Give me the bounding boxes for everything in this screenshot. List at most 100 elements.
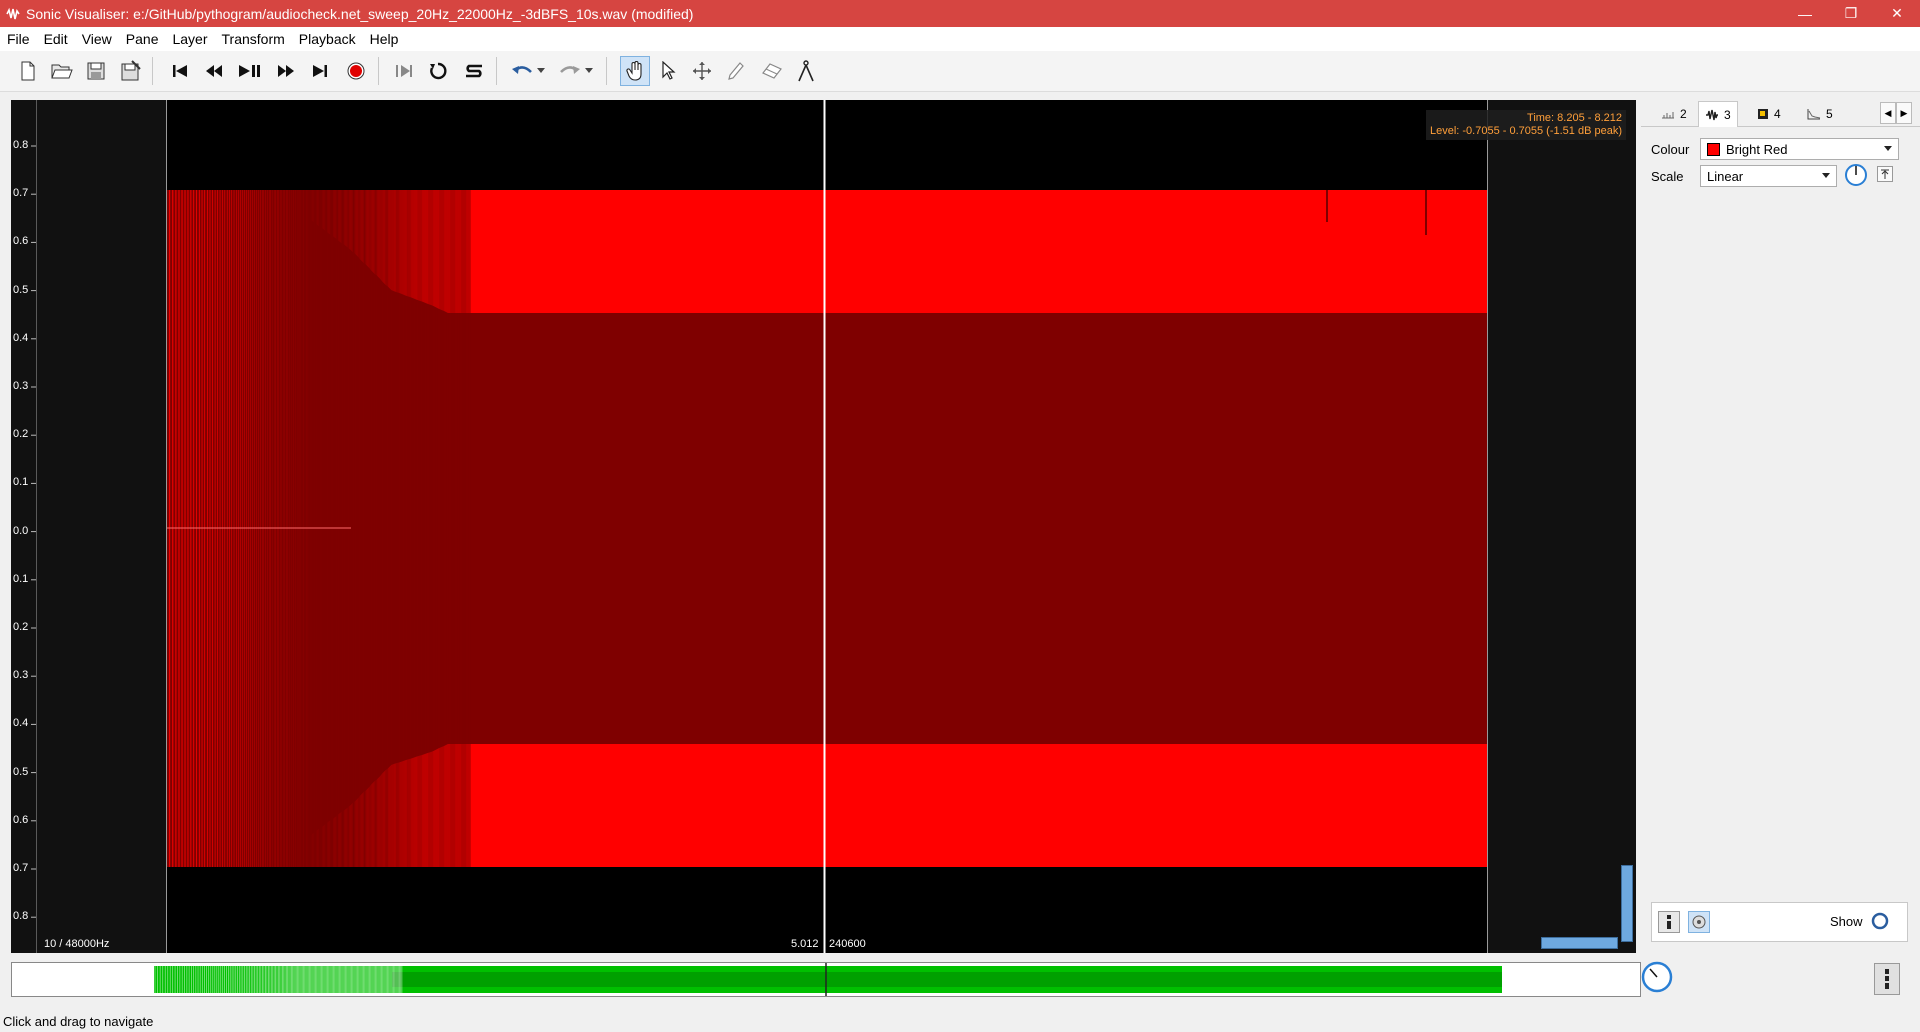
redo-icon[interactable]	[556, 57, 584, 85]
erase-tool-icon[interactable]	[758, 57, 786, 85]
scale-tick-label: 0.5	[13, 765, 29, 778]
undo-menu-arrow[interactable]	[534, 57, 548, 85]
spectrum-icon	[1807, 108, 1821, 119]
menu-bar: File Edit View Pane Layer Transform Play…	[0, 27, 1920, 51]
cursor-frame-label: 240600	[829, 938, 866, 950]
close-icon: ✕	[1891, 5, 1903, 21]
menu-layer[interactable]: Layer	[165, 27, 214, 51]
waveform-pane[interactable]: 0.8 0.7 0.6 0.5 0.4 0.3 0.2 0.1 0.0 0.1 0.2 0.3 0.4 0…	[11, 100, 1636, 953]
tab-layer-3[interactable]: 3	[1698, 101, 1738, 127]
menu-file[interactable]: File	[0, 27, 37, 51]
scale-tick-label: 0.4	[13, 331, 29, 344]
solo-icon[interactable]	[460, 57, 488, 85]
scale-tick-label: 0.6	[13, 235, 29, 248]
overview-waveform[interactable]	[12, 963, 1640, 996]
menu-help[interactable]: Help	[363, 27, 406, 51]
save-session-icon[interactable]	[116, 57, 144, 85]
scale-label: Scale	[1651, 169, 1684, 184]
overview-strip[interactable]	[11, 962, 1641, 997]
scale-tick-label: 0.0	[13, 524, 29, 537]
loop-icon[interactable]	[424, 57, 452, 85]
colour-swatch	[1707, 142, 1720, 156]
horizontal-zoom-wheel[interactable]	[1541, 937, 1618, 949]
main-toolbar	[0, 51, 1920, 92]
menu-edit[interactable]: Edit	[37, 27, 75, 51]
chevron-down-icon	[1822, 173, 1830, 178]
scale-tick-label: 0.1	[13, 476, 29, 489]
waveform-icon	[1706, 109, 1718, 120]
title-bar: Sonic Visualiser: e:/GitHub/pythogram/au…	[0, 0, 1920, 27]
scale-dropdown[interactable]: Linear	[1700, 165, 1837, 187]
scale-tick-label: 0.8	[13, 139, 29, 151]
tab-layer-5[interactable]: 5	[1801, 102, 1839, 125]
forward-end-icon[interactable]	[306, 57, 334, 85]
restore-icon: ❐	[1844, 5, 1858, 21]
minimize-button[interactable]: —	[1782, 0, 1828, 27]
ruler-icon	[1662, 111, 1674, 118]
tab-label: 5	[1826, 106, 1833, 121]
overview-zoom-dial-icon[interactable]	[1640, 960, 1674, 994]
hover-time: Time: 8.205 - 8.212	[1527, 112, 1622, 124]
scale-tick-label: 0.6	[13, 813, 29, 826]
layer-properties-panel: 2 3 4 5 ◀ ▶ Colour Bright Red Scale Line…	[1641, 100, 1920, 953]
normalize-toggle-icon[interactable]	[1877, 166, 1893, 182]
status-bar: Click and drag to navigate	[0, 1010, 1920, 1032]
sonic-visualiser-app-icon	[6, 7, 20, 19]
scale-tick-label: 0.4	[13, 717, 29, 730]
scale-tick-label: 0.7	[13, 187, 29, 200]
record-icon[interactable]	[342, 57, 370, 85]
waveform-layer[interactable]	[11, 100, 1636, 953]
chevron-down-icon	[1884, 146, 1892, 151]
fast-forward-icon[interactable]	[272, 57, 300, 85]
tab-layer-2[interactable]: 2	[1655, 102, 1693, 125]
scale-tick-label: 0.2	[13, 621, 29, 633]
select-tool-icon[interactable]	[654, 57, 682, 85]
window-title: Sonic Visualiser: e:/GitHub/pythogram/au…	[26, 5, 694, 22]
overview-play-toggle-icon[interactable]	[1874, 963, 1900, 995]
save-icon[interactable]	[82, 57, 110, 85]
measure-tool-icon[interactable]	[792, 57, 820, 85]
undo-icon[interactable]	[508, 57, 536, 85]
rewind-start-icon[interactable]	[166, 57, 194, 85]
play-audio-toggle-icon[interactable]	[1658, 911, 1680, 933]
play-selection-icon[interactable]	[390, 57, 418, 85]
tab-scroll-right-icon[interactable]: ▶	[1896, 102, 1912, 124]
new-file-icon[interactable]	[14, 57, 42, 85]
play-pause-icon[interactable]	[236, 57, 264, 85]
minimize-icon: —	[1798, 5, 1812, 22]
status-text: Click and drag to navigate	[3, 1013, 154, 1029]
cursor-time-label: 5.012	[791, 938, 819, 950]
navigate-tool-icon[interactable]	[620, 56, 650, 86]
scale-tick-label: 0.7	[13, 862, 29, 874]
pan-dial-icon[interactable]	[1688, 911, 1710, 933]
draw-tool-icon[interactable]	[722, 57, 750, 85]
hover-level: Level: -0.7055 - 0.7055 (-1.51 dB peak)	[1429, 125, 1622, 137]
show-toggle-icon[interactable]	[1871, 912, 1889, 930]
colour-3d-icon	[1758, 108, 1768, 119]
vertical-zoom-wheel[interactable]	[1621, 865, 1633, 942]
scale-tick-label: 0.3	[13, 380, 29, 392]
hover-info-overlay: Time: 8.205 - 8.212 Level: -0.7055 - 0.7…	[1425, 110, 1626, 140]
zoom-level-label: 10 / 48000Hz	[44, 938, 110, 950]
move-tool-icon[interactable]	[688, 57, 716, 85]
colour-dropdown[interactable]: Bright Red	[1700, 138, 1899, 160]
menu-transform[interactable]: Transform	[215, 27, 292, 51]
scale-tick-label: 0.2	[13, 428, 29, 441]
tab-layer-4[interactable]: 4	[1751, 102, 1787, 125]
tab-scroll-left-icon[interactable]: ◀	[1880, 102, 1896, 124]
gain-dial-icon[interactable]	[1843, 162, 1869, 188]
rewind-icon[interactable]	[200, 57, 228, 85]
tab-label: 2	[1680, 106, 1687, 121]
close-button[interactable]: ✕	[1874, 0, 1920, 27]
redo-menu-arrow[interactable]	[582, 57, 596, 85]
restore-button[interactable]: ❐	[1828, 0, 1874, 27]
scale-tick-label: 0.5	[13, 283, 29, 296]
scale-tick-label: 0.8	[13, 910, 29, 923]
colour-value: Bright Red	[1726, 141, 1788, 157]
tab-label: 3	[1724, 107, 1731, 122]
menu-view[interactable]: View	[75, 27, 119, 51]
menu-playback[interactable]: Playback	[292, 27, 363, 51]
open-file-icon[interactable]	[48, 57, 76, 85]
menu-pane[interactable]: Pane	[119, 27, 166, 51]
show-label: Show	[1830, 914, 1863, 929]
